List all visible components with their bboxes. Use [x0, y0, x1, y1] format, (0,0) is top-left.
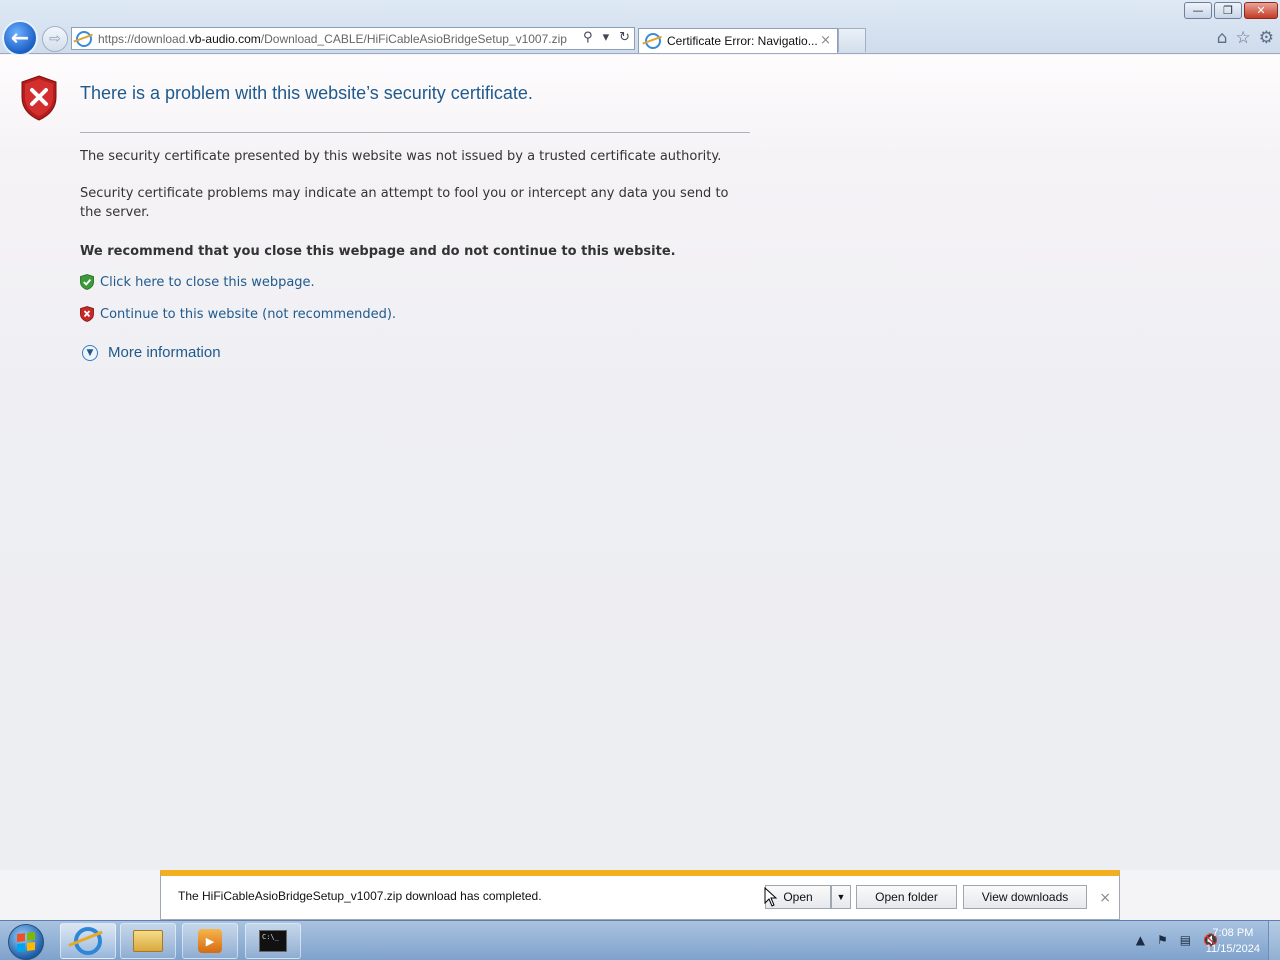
close-webpage-link[interactable]: Click here to close this webpage.: [100, 275, 315, 290]
show-hidden-icons-icon[interactable]: ▲: [1136, 933, 1145, 947]
window-controls: — ❐ ✕: [1184, 2, 1278, 19]
minimize-button[interactable]: —: [1184, 2, 1212, 19]
open-folder-button[interactable]: Open folder: [856, 885, 957, 909]
shield-check-icon: [80, 274, 94, 290]
star-icon[interactable]: ☆: [1236, 28, 1251, 48]
action-center-flag-icon[interactable]: ⚑: [1157, 933, 1168, 947]
back-button[interactable]: ←: [2, 20, 38, 56]
tab-title: Certificate Error: Navigatio...: [667, 34, 818, 48]
page-title: There is a problem with this website’s s…: [80, 83, 533, 103]
shield-error-icon: [21, 75, 57, 121]
taskbar-internet-explorer[interactable]: [60, 923, 116, 959]
url-prefix: https://download.: [98, 31, 189, 46]
dropdown-arrow-icon: ▼: [836, 892, 846, 902]
shield-x-icon: [80, 306, 94, 322]
gear-icon[interactable]: ⚙: [1259, 28, 1274, 48]
command-prompt-icon: C:\_: [259, 930, 287, 952]
clock-time: 7:08 PM: [1212, 927, 1254, 939]
continue-website-row: Continue to this website (not recommende…: [80, 306, 396, 322]
more-information-label: More information: [108, 344, 221, 361]
new-tab-button[interactable]: [838, 28, 866, 52]
toolbar-icons: ⌂ ☆ ⚙: [1217, 28, 1274, 48]
view-downloads-button[interactable]: View downloads: [963, 885, 1087, 909]
forward-button[interactable]: ⇨: [42, 26, 68, 52]
tab-certificate-error[interactable]: Certificate Error: Navigatio... ×: [638, 28, 838, 53]
show-desktop-button[interactable]: [1268, 921, 1280, 960]
back-arrow-icon: ←: [10, 25, 30, 51]
clock-date: 11/15/2024: [1205, 943, 1260, 955]
home-icon[interactable]: ⌂: [1217, 28, 1228, 48]
close-window-button[interactable]: ✕: [1244, 2, 1278, 19]
close-download-bar-icon[interactable]: ×: [1099, 890, 1111, 906]
security-warning-text: Security certificate problems may indica…: [80, 186, 729, 220]
windows-logo-icon: [17, 932, 35, 952]
folder-icon: [133, 930, 163, 952]
download-complete-message: The HiFiCableAsioBridgeSetup_v1007.zip d…: [178, 889, 542, 903]
dropdown-arrow-icon[interactable]: ▾: [603, 30, 610, 45]
taskbar: ▶ C:\_ ▲ ⚑ ▤ 🔇 7:08 PM 11/15/2024: [0, 920, 1280, 960]
download-notification-bar: The HiFiCableAsioBridgeSetup_v1007.zip d…: [160, 870, 1120, 920]
media-player-icon: ▶: [198, 929, 222, 953]
ie-tab-icon: [645, 33, 661, 49]
tab-close-icon[interactable]: ×: [820, 33, 831, 48]
address-bar[interactable]: https://download.vb-audio.com/Download_C…: [71, 27, 635, 50]
divider: [80, 132, 750, 133]
open-dropdown-button[interactable]: ▼: [831, 885, 851, 909]
internet-explorer-icon: [74, 927, 102, 955]
close-webpage-row: Click here to close this webpage.: [80, 274, 315, 290]
taskbar-file-explorer[interactable]: [120, 923, 176, 959]
chevron-down-icon: ▼: [82, 344, 98, 361]
url-text[interactable]: https://download.vb-audio.com/Download_C…: [98, 32, 567, 46]
url-domain: vb-audio.com: [188, 31, 261, 46]
certificate-error-page: There is a problem with this website’s s…: [0, 55, 1280, 870]
untrusted-authority-text: The security certificate presented by th…: [80, 149, 722, 164]
taskbar-media-player[interactable]: ▶: [182, 923, 238, 959]
continue-website-link[interactable]: Continue to this website (not recommende…: [100, 307, 396, 322]
start-button[interactable]: [8, 924, 44, 960]
system-clock[interactable]: 7:08 PM 11/15/2024: [1206, 925, 1260, 957]
ie-page-icon: [76, 30, 92, 47]
more-information-toggle[interactable]: ▼ More information: [82, 344, 221, 361]
search-icon[interactable]: ⚲: [583, 30, 593, 45]
forward-arrow-icon: ⇨: [49, 31, 61, 47]
url-path: /Download_CABLE/HiFiCableAsioBridgeSetup…: [260, 31, 567, 46]
network-icon[interactable]: ▤: [1180, 933, 1191, 947]
refresh-icon[interactable]: ↻: [619, 30, 630, 45]
mouse-cursor-icon: [764, 887, 778, 907]
taskbar-command-prompt[interactable]: C:\_: [245, 923, 301, 959]
address-tools: ⚲ ▾ ↻: [583, 30, 630, 45]
recommendation-text: We recommend that you close this webpage…: [80, 244, 676, 259]
restore-button[interactable]: ❐: [1214, 2, 1242, 19]
browser-chrome: — ❐ ✕ ← ⇨ https://download.vb-audio.com/…: [0, 0, 1280, 56]
